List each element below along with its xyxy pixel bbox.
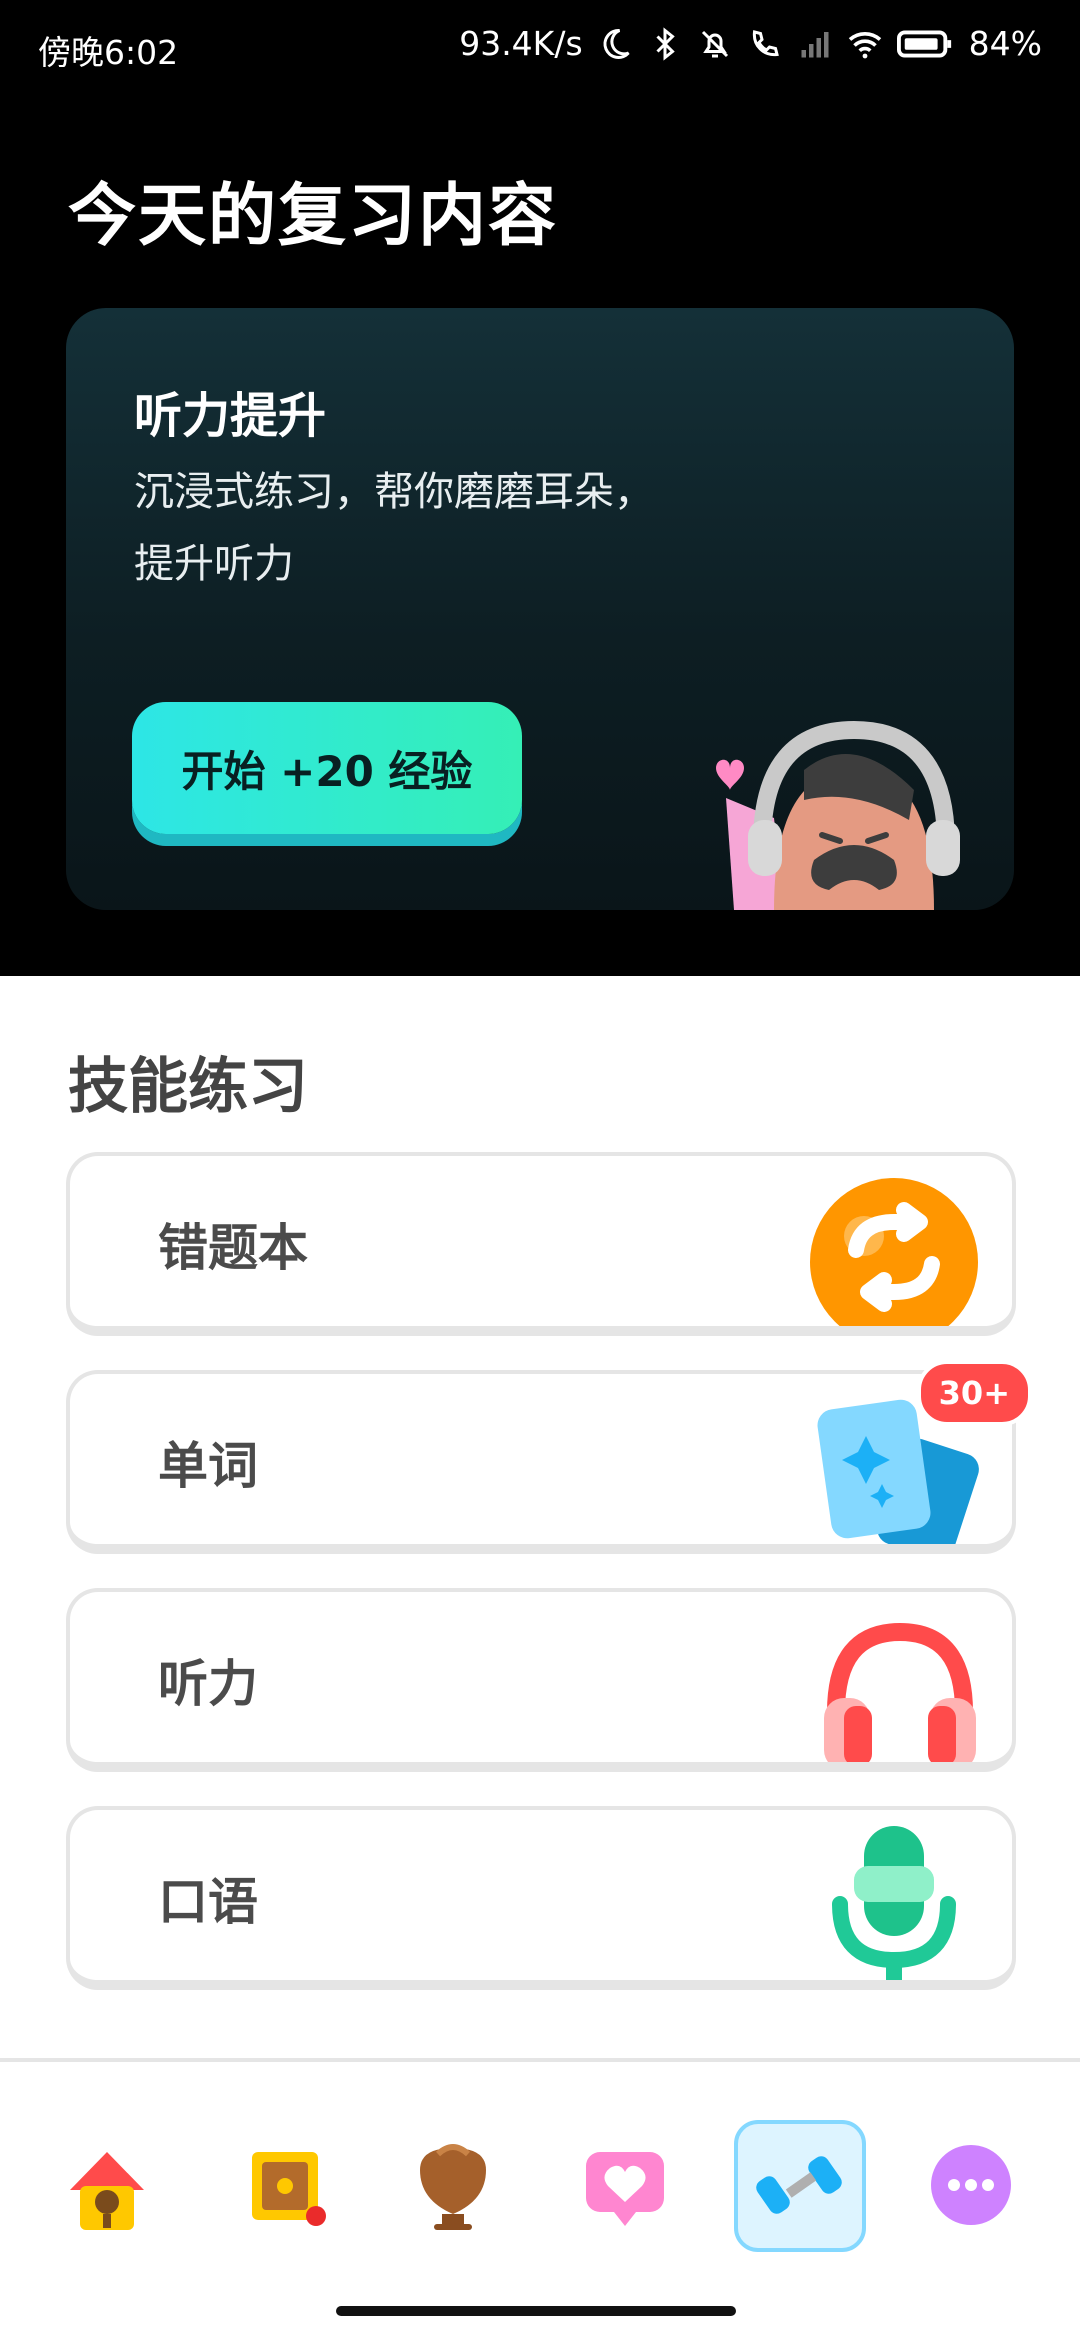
tab-social[interactable] bbox=[560, 2120, 690, 2250]
skill-words[interactable]: 单词 bbox=[66, 1370, 1016, 1554]
review-card[interactable]: 听力提升 沉浸式练习，帮你磨磨耳朵，提升听力 开始 +20 经验 bbox=[66, 308, 1014, 910]
headphones-character-icon bbox=[716, 720, 960, 910]
tab-practice[interactable] bbox=[734, 2120, 866, 2252]
skill-mistakes[interactable]: 错题本 bbox=[66, 1152, 1016, 1336]
skill-label: 口语 bbox=[158, 1873, 258, 1931]
start-button[interactable]: 开始 +20 经验 bbox=[132, 702, 522, 834]
headphones-icon bbox=[824, 1622, 976, 1762]
words-count-badge: 30+ bbox=[916, 1360, 1032, 1426]
skill-listening[interactable]: 听力 bbox=[66, 1588, 1016, 1772]
refresh-icon bbox=[810, 1178, 978, 1326]
microphone-icon bbox=[832, 1826, 956, 1980]
skill-speaking[interactable]: 口语 bbox=[66, 1806, 1016, 1990]
card-description: 沉浸式练习，帮你磨磨耳朵，提升听力 bbox=[134, 469, 654, 587]
heart-chat-icon bbox=[586, 2152, 664, 2226]
moon-icon bbox=[603, 28, 630, 59]
signal-icon bbox=[801, 31, 829, 57]
home-indicator[interactable] bbox=[336, 2306, 736, 2316]
dumbbell-icon bbox=[756, 2156, 842, 2214]
skill-label: 听力 bbox=[158, 1655, 258, 1713]
tab-home[interactable] bbox=[42, 2120, 172, 2250]
status-time: 傍晚6:02 bbox=[38, 33, 179, 72]
tab-chest[interactable] bbox=[220, 2120, 350, 2250]
trophy-shield-icon bbox=[420, 2144, 486, 2230]
more-icon bbox=[931, 2145, 1011, 2225]
bluetooth-icon bbox=[656, 26, 675, 61]
battery-icon bbox=[896, 29, 951, 58]
page-title: 今天的复习内容 bbox=[68, 177, 559, 256]
section-title: 技能练习 bbox=[68, 1052, 308, 1122]
bell-off-icon bbox=[701, 30, 728, 57]
tab-more[interactable] bbox=[906, 2120, 1036, 2250]
treasure-chest-icon bbox=[252, 2152, 326, 2226]
home-icon bbox=[70, 2152, 144, 2230]
status-bar: 傍晚6:02 93.4K/s 84% bbox=[0, 0, 1080, 96]
skill-label: 单词 bbox=[158, 1437, 258, 1495]
network-speed: 93.4K/s bbox=[459, 24, 583, 63]
top-section: 傍晚6:02 93.4K/s 84% 今天的复习内容 听力提升 沉浸式练习，帮你… bbox=[0, 0, 1080, 976]
card-title: 听力提升 bbox=[134, 388, 327, 444]
tab-leaderboard[interactable] bbox=[388, 2120, 518, 2250]
skill-label: 错题本 bbox=[158, 1219, 308, 1277]
call-icon bbox=[752, 29, 779, 56]
battery-level: 84% bbox=[968, 24, 1042, 63]
status-icons: 93.4K/s 84% bbox=[459, 24, 1042, 63]
bottom-tab-bar bbox=[0, 2058, 1080, 2344]
wifi-icon bbox=[848, 31, 881, 58]
